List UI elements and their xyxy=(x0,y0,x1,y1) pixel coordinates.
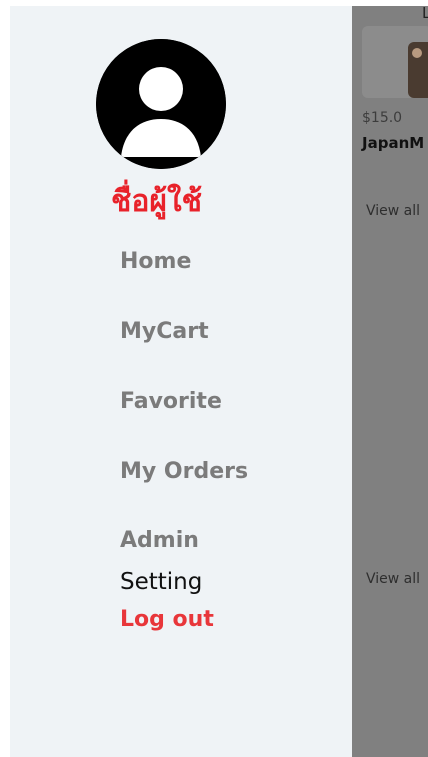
background-header-text: L xyxy=(422,6,428,22)
logout-button[interactable]: Log out xyxy=(120,606,214,634)
menu-item-admin[interactable]: Admin xyxy=(120,527,199,555)
username-label: ชื่อผู้ใช้ xyxy=(111,184,202,219)
background-product-name: JapanM xyxy=(362,134,425,152)
menu-item-favorite[interactable]: Favorite xyxy=(120,388,222,416)
background-view-all-link: View all xyxy=(366,571,421,587)
background-product-price: $15.0 xyxy=(362,110,403,126)
user-silhouette-icon xyxy=(96,39,226,169)
background-content-overlay[interactable]: L $15.0 JapanM View all View all xyxy=(352,6,428,757)
user-avatar-icon[interactable] xyxy=(96,39,226,169)
menu-item-mycart[interactable]: MyCart xyxy=(120,318,209,346)
menu-item-setting[interactable]: Setting xyxy=(120,568,202,596)
menu-item-my-orders[interactable]: My Orders xyxy=(120,458,248,486)
app-screen: L $15.0 JapanM View all View all ชื่อผู้… xyxy=(0,0,428,757)
background-view-all-link: View all xyxy=(366,203,421,219)
menu-item-home[interactable]: Home xyxy=(120,248,191,276)
background-product-image xyxy=(408,42,428,98)
navigation-drawer: ชื่อผู้ใช้ Home MyCart Favorite My Order… xyxy=(10,6,352,757)
